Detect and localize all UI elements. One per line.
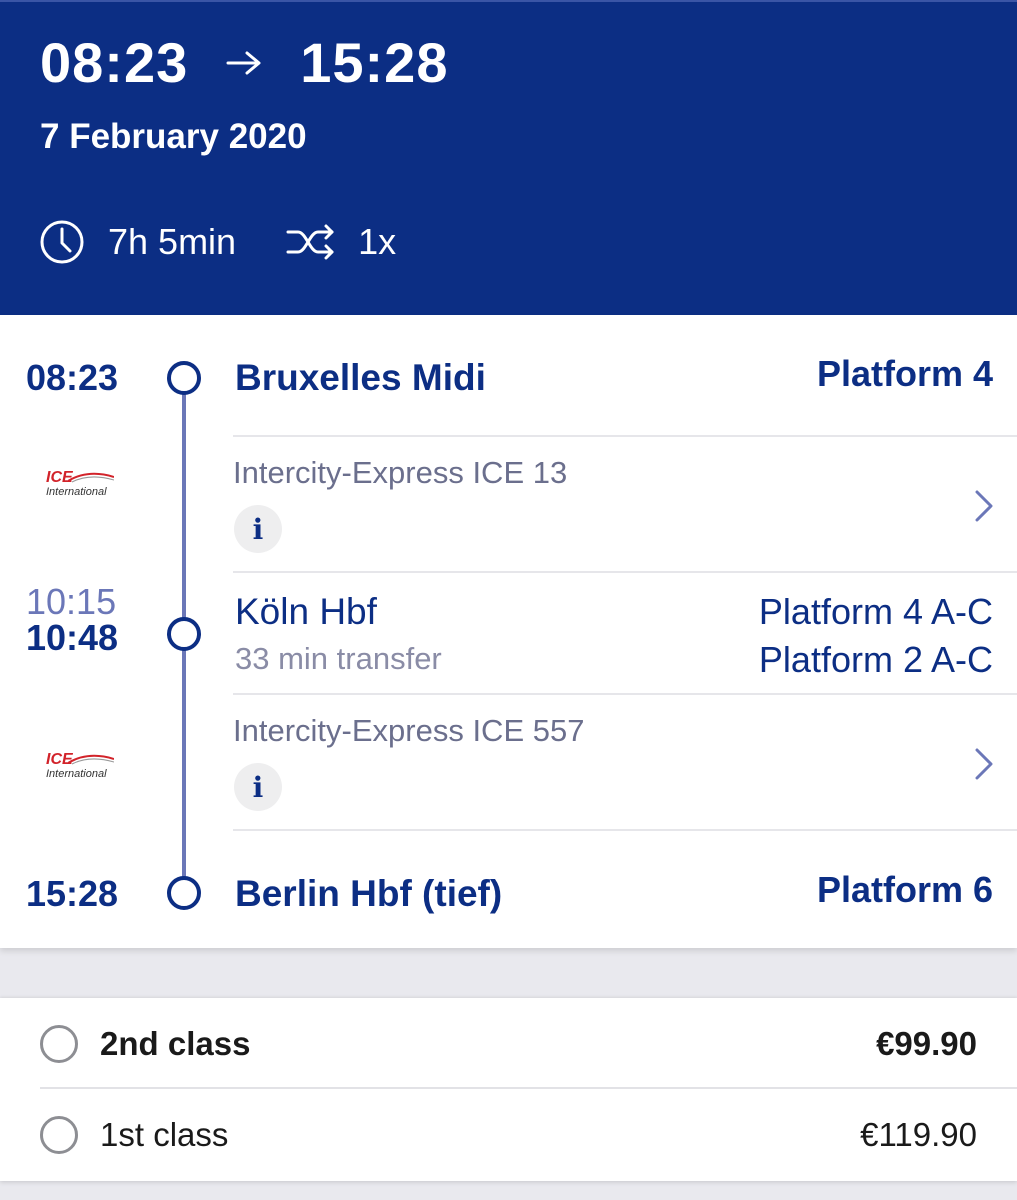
fare-price: €99.90: [876, 1025, 977, 1062]
platform-label: Platform 6: [816, 869, 993, 910]
shuffle-icon: [286, 224, 334, 260]
timeline-stop-dot: [167, 876, 201, 910]
fare-class-label: 1st class: [100, 1116, 229, 1153]
stop-arrival-time: 15:28: [26, 873, 119, 914]
ice-international-logo: ICE International: [44, 469, 124, 509]
fare-option-2nd-class[interactable]: 2nd class €99.90: [0, 998, 1017, 1089]
train-info-button[interactable]: i: [234, 763, 282, 811]
divider: [233, 435, 1017, 437]
departure-time: 08:23: [40, 31, 189, 94]
journey-times: 08:23 15:28: [40, 30, 448, 95]
divider: [233, 693, 1017, 695]
train-name[interactable]: Intercity-Express ICE 13: [233, 455, 567, 491]
platform-label: Platform 4: [816, 353, 993, 394]
station-name: Bruxelles Midi: [235, 357, 486, 398]
departure-time-transfer: 10:48: [26, 617, 119, 658]
train-name[interactable]: Intercity-Express ICE 557: [233, 713, 584, 749]
fare-class-label: 2nd class: [100, 1025, 251, 1062]
header-top-line: [0, 0, 1017, 2]
arrival-time: 15:28: [300, 31, 449, 94]
station-name: Köln Hbf: [235, 591, 377, 632]
timeline-stop-dot: [167, 617, 201, 651]
platform-departure: Platform 2 A-C: [758, 639, 993, 680]
fare-option-1st-class[interactable]: 1st class €119.90: [0, 1089, 1017, 1179]
change-count: 1x: [358, 221, 397, 262]
journey-date: 7 February 2020: [40, 117, 307, 156]
train-info-button[interactable]: i: [234, 505, 282, 553]
fare-options: 2nd class €99.90 1st class €119.90: [0, 998, 1017, 1181]
journey-summary: 7h 5min 1x: [38, 218, 396, 266]
chevron-right-icon[interactable]: [974, 747, 994, 781]
divider: [233, 571, 1017, 573]
clock-icon: [40, 220, 84, 264]
platform-arrival: Platform 4 A-C: [758, 591, 993, 632]
divider: [233, 829, 1017, 831]
timeline-stop-dot: [167, 361, 201, 395]
station-name: Berlin Hbf (tief): [235, 873, 503, 914]
radio-button[interactable]: [40, 1116, 78, 1154]
stop-departure-time: 08:23: [26, 357, 119, 398]
journey-duration: 7h 5min: [108, 221, 237, 262]
journey-header: 08:23 15:28 7 February 2020 7h 5min 1x: [0, 0, 1017, 315]
fare-price: €119.90: [860, 1116, 977, 1153]
journey-details-card: 08:23 Bruxelles Midi Platform 4 ICE Inte…: [0, 315, 1017, 948]
chevron-right-icon[interactable]: [974, 489, 994, 523]
transfer-duration: 33 min transfer: [235, 641, 442, 676]
arrow-right-icon: [226, 51, 261, 74]
radio-button[interactable]: [40, 1025, 78, 1063]
ice-international-logo: ICE International: [44, 751, 124, 791]
